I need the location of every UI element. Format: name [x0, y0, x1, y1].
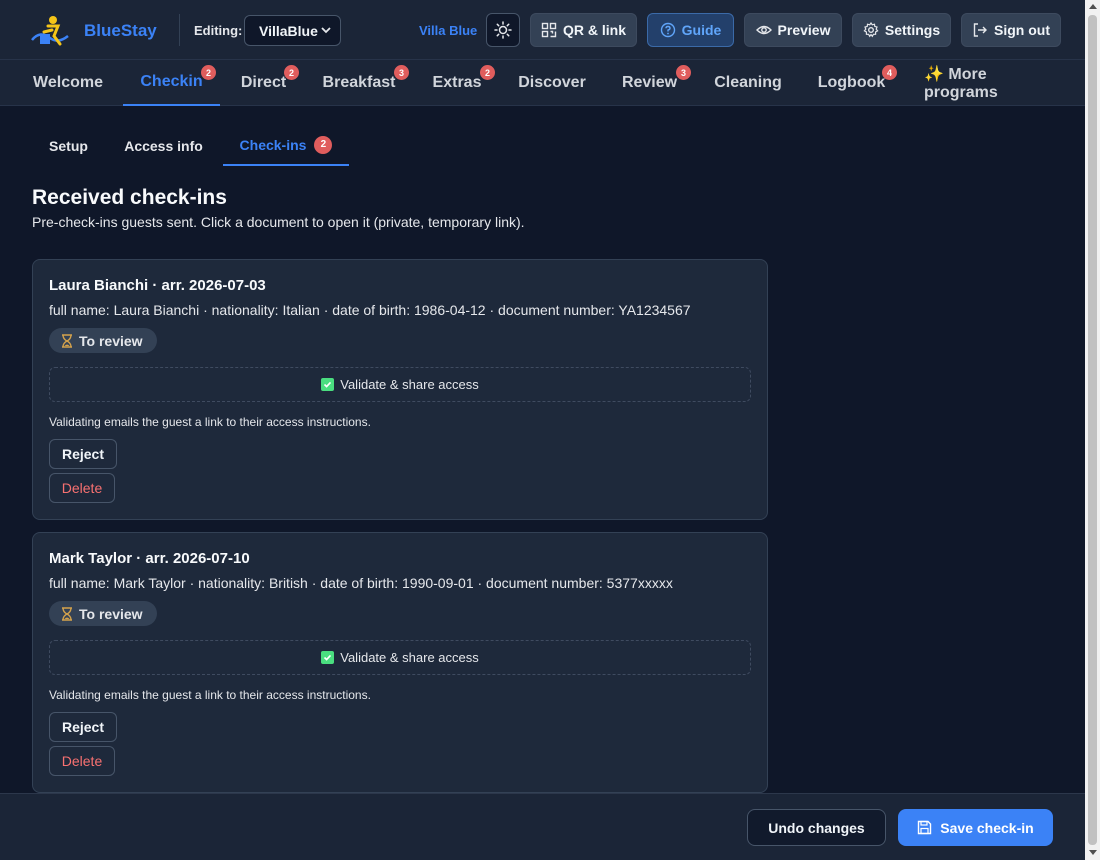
subtab-label: Check-ins — [239, 136, 307, 153]
top-header: BlueStay Editing: VillaBlue Villa Blue Q… — [0, 0, 1085, 60]
tab-label: Checkin — [140, 73, 203, 90]
validate-share-button[interactable]: Validate & share access — [49, 640, 751, 675]
validate-hint: Validating emails the guest a link to th… — [49, 688, 371, 702]
settings-label: Settings — [884, 22, 941, 38]
subtab-label: Access info — [124, 137, 203, 154]
qr-grid-icon — [541, 22, 557, 38]
tab-label: Extras — [432, 74, 482, 91]
tab-more-programs[interactable]: ✨ More programs — [924, 60, 1058, 106]
scroll-down-arrow-icon[interactable] — [1089, 850, 1097, 855]
undo-changes-button[interactable]: Undo changes — [747, 809, 886, 846]
villa-name: Villa Blue — [419, 23, 478, 38]
save-check-in-button[interactable]: Save check-in — [898, 809, 1053, 846]
tab-label: Direct — [240, 74, 287, 91]
section-title: Received check-ins — [32, 186, 227, 209]
status-badge: To review — [49, 601, 157, 626]
eye-icon — [755, 25, 772, 35]
validate-label: Validate & share access — [340, 377, 479, 392]
qr-link-button[interactable]: QR & link — [530, 13, 637, 47]
theme-toggle-button[interactable] — [486, 13, 520, 47]
sign-out-label: Sign out — [994, 22, 1050, 38]
tab-breakfast[interactable]: Breakfast 3 — [322, 60, 409, 106]
logo-icon — [31, 16, 69, 46]
help-circle-icon — [660, 22, 675, 38]
tab-badge: 4 — [882, 65, 897, 80]
scroll-up-arrow-icon[interactable] — [1089, 4, 1097, 9]
preview-button[interactable]: Preview — [744, 13, 842, 47]
gear-icon — [863, 22, 879, 38]
sun-icon — [494, 21, 512, 39]
tab-discover[interactable]: Discover — [518, 60, 586, 106]
check-box-icon — [321, 378, 335, 391]
tab-cleaning[interactable]: Cleaning — [714, 60, 782, 106]
property-select-value: VillaBlue — [259, 22, 318, 39]
tab-label: Cleaning — [714, 74, 782, 91]
vertical-scrollbar[interactable] — [1085, 0, 1100, 860]
checkin-details: full name: Mark Taylor · nationality: Br… — [49, 575, 673, 591]
guide-label: Guide — [681, 22, 722, 38]
tab-direct[interactable]: Direct 2 — [240, 60, 299, 106]
validate-hint: Validating emails the guest a link to th… — [49, 415, 371, 429]
subtab-label: Setup — [49, 137, 88, 154]
tab-label: Discover — [518, 74, 586, 91]
checkin-card: Laura Bianchi · arr. 2026-07-03 full nam… — [32, 259, 768, 520]
tab-checkin[interactable]: Checkin 2 — [123, 60, 220, 106]
tab-label: Logbook — [817, 74, 886, 91]
delete-button[interactable]: Delete — [49, 473, 115, 503]
subtab-setup[interactable]: Setup — [48, 125, 89, 166]
checkin-title: Mark Taylor · arr. 2026-07-10 — [49, 550, 250, 567]
validate-share-button[interactable]: Validate & share access — [49, 367, 751, 402]
check-box-icon — [321, 651, 335, 664]
property-select[interactable]: VillaBlue — [244, 15, 341, 46]
hourglass-icon — [62, 606, 72, 621]
tab-label: ✨ More programs — [924, 66, 998, 101]
tab-extras[interactable]: Extras 2 — [432, 60, 495, 106]
logout-icon — [973, 23, 987, 37]
brand-name: BlueStay — [84, 21, 157, 40]
header-divider — [179, 14, 180, 46]
hourglass-icon — [62, 333, 72, 348]
delete-button[interactable]: Delete — [49, 746, 115, 776]
tab-badge: 2 — [284, 65, 299, 80]
tab-badge: 2 — [201, 65, 216, 80]
tab-label: Review — [621, 74, 678, 91]
validate-label: Validate & share access — [340, 650, 479, 665]
preview-label: Preview — [777, 22, 831, 38]
footer-action-bar: Undo changes Save check-in — [0, 793, 1085, 860]
section-subtitle: Pre-check-ins guests sent. Click a docum… — [32, 214, 525, 230]
tab-label: Breakfast — [322, 74, 396, 91]
tab-badge: 2 — [480, 65, 495, 80]
chevron-down-icon — [321, 27, 331, 34]
floppy-disk-icon — [918, 820, 932, 835]
tab-badge: 3 — [394, 65, 409, 80]
status-label: To review — [79, 332, 143, 349]
reject-button[interactable]: Reject — [49, 439, 117, 469]
status-label: To review — [79, 605, 143, 622]
reject-button[interactable]: Reject — [49, 712, 117, 742]
main-nav: Welcome Checkin 2 Direct 2 Breakfast 3 E… — [0, 60, 1085, 106]
subtab-badge: 2 — [314, 135, 333, 154]
qr-link-label: QR & link — [562, 22, 626, 38]
subtab-check-ins[interactable]: Check-ins 2 — [223, 125, 349, 166]
settings-button[interactable]: Settings — [852, 13, 951, 47]
editing-label: Editing: — [194, 23, 243, 38]
checkin-subtabs: Setup Access info Check-ins 2 — [32, 125, 1053, 166]
tab-logbook[interactable]: Logbook 4 — [817, 60, 897, 106]
tab-badge: 3 — [676, 65, 691, 80]
scrollbar-thumb[interactable] — [1088, 15, 1097, 845]
sign-out-button[interactable]: Sign out — [961, 13, 1061, 47]
checkin-card: Mark Taylor · arr. 2026-07-10 full name:… — [32, 532, 768, 793]
checkin-details: full name: Laura Bianchi · nationality: … — [49, 302, 691, 318]
tab-label: Welcome — [33, 74, 103, 91]
guide-button[interactable]: Guide — [647, 13, 734, 47]
subtab-access-info[interactable]: Access info — [124, 125, 203, 166]
checkin-title: Laura Bianchi · arr. 2026-07-03 — [49, 277, 266, 294]
tab-welcome[interactable]: Welcome — [33, 60, 103, 106]
tab-review[interactable]: Review 3 — [621, 60, 691, 106]
status-badge: To review — [49, 328, 157, 353]
save-label: Save check-in — [940, 819, 1034, 836]
